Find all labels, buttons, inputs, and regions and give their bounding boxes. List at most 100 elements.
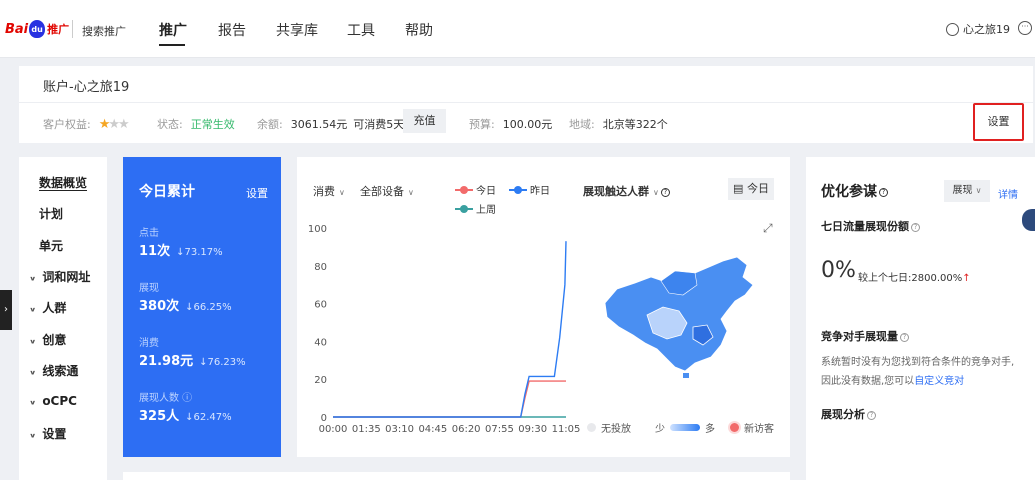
star-icon: ★ — [98, 116, 111, 132]
text: 因此没有数据,您可以 — [821, 376, 915, 387]
sidebar-item-plan[interactable]: 计划 — [39, 205, 63, 222]
expand-icon[interactable]: ⤢ — [763, 221, 773, 236]
sidebar-group-label: oCPC — [42, 394, 77, 408]
consumable-days: 可消费5天 — [353, 118, 405, 131]
metric-change: ↓66.25% — [185, 302, 232, 313]
budget-label: 预算: — [469, 118, 495, 131]
sidebar-item-unit[interactable]: 单元 — [39, 237, 63, 254]
rights-label: 客户权益: — [43, 118, 91, 131]
date-today-button[interactable]: ▤ 今日 — [728, 178, 774, 200]
region-value[interactable]: 北京等322个 — [603, 116, 668, 132]
sidebar-group-audience[interactable]: ∨ 人群 — [29, 299, 66, 316]
sidebar-group-keywords[interactable]: ∨ 词和网址 — [29, 268, 90, 285]
sidebar-collapse-handle[interactable]: › — [0, 290, 12, 330]
help-icon[interactable]: ? — [660, 187, 670, 197]
star-icon: ★ — [118, 116, 130, 132]
y-tick-label: 80 — [314, 262, 327, 273]
sidebar-group-settings[interactable]: ∨ 设置 — [29, 425, 66, 442]
account-bar: 账户-心之旅19 客户权益: ★★★ 状态: 正常生效 余额: 3061.54元… — [19, 66, 1033, 143]
detail-link[interactable]: 详情 — [998, 186, 1018, 201]
date-label: 今日 — [746, 182, 769, 195]
x-tick-label: 09:30 — [518, 424, 547, 435]
region-label: 地域: — [569, 118, 595, 131]
chevron-down-icon: ∨ — [29, 338, 37, 346]
nav-tab-tools[interactable]: 工具 — [347, 20, 375, 40]
metric-change: ↓73.17% — [176, 247, 223, 258]
legend-label: 少 — [655, 424, 665, 435]
map-legend-new: 新访客 — [730, 420, 774, 435]
balance-value: 3061.54元 — [290, 118, 348, 131]
nav-tab-promotion[interactable]: 推广 — [159, 20, 187, 40]
heading-text: 竞争对手展现量 — [821, 330, 898, 343]
nav-tab-help[interactable]: 帮助 — [405, 20, 433, 40]
sidebar-group-creative[interactable]: ∨ 创意 — [29, 331, 66, 348]
map-island — [683, 373, 689, 378]
baidu-logo[interactable]: Bai du 推广 — [5, 18, 69, 40]
help-icon[interactable]: ? — [900, 332, 909, 342]
star-icon: ★ — [108, 116, 120, 132]
dropdown-value: 展现 — [952, 185, 973, 196]
sidebar-item-overview[interactable]: 数据概览 — [39, 174, 87, 191]
share-heading: 七日流量展现份额? — [821, 218, 920, 234]
balance-label: 余额: — [257, 118, 283, 131]
metric-value: 21.98元 — [139, 354, 194, 369]
metric-value: 11次 — [139, 244, 171, 259]
nav-active-underline — [159, 44, 185, 46]
x-tick-label: 01:35 — [352, 424, 381, 435]
metric-reach: 325人 ↓62.47% — [139, 405, 232, 424]
chevron-down-icon: ∨ — [29, 369, 37, 377]
more-icon[interactable]: ··· — [1018, 21, 1032, 35]
custom-competitor-link[interactable]: 自定义竞对 — [914, 376, 964, 387]
today-summary-card: 今日累计 设置 点击 11次 ↓73.17% 展现 380次 ↓66.25% 消费 … — [123, 157, 281, 457]
recharge-button[interactable]: 充值 — [403, 109, 446, 133]
up-arrow-icon: ↑ — [962, 273, 971, 284]
optimization-dropdown[interactable]: 展现 ∨ — [944, 180, 990, 202]
balance: 余额: 3061.54元 可消费5天 — [257, 116, 404, 132]
user-menu[interactable]: 心之旅19 — [946, 21, 1010, 37]
top-nav: Bai du 推广 搜索推广 推广 报告 共享库 工具 帮助 心之旅19 ··· — [0, 0, 1035, 58]
heading-text: 七日流量展现份额 — [821, 220, 909, 233]
status: 状态: 正常生效 — [157, 116, 235, 132]
budget-value[interactable]: 100.00元 — [503, 116, 553, 132]
map-legend-scale: 少多 — [655, 420, 715, 435]
trend-chart-card: 消费 ∨ 全部设备 ∨ 今日 昨日 上周 展现触达人群 ∨? ▤ 今日 ⤢ 0 20 40… — [297, 157, 790, 457]
x-tick-label: 03:10 — [385, 424, 414, 435]
today-settings-link[interactable]: 设置 — [246, 185, 268, 201]
metric-label: 消费 — [139, 338, 159, 349]
sidebar-group-leads[interactable]: ∨ 线索通 — [29, 362, 78, 379]
rights-stars[interactable]: ★★★ — [98, 116, 130, 132]
sidebar-group-ocpc[interactable]: ∨ oCPC — [29, 394, 77, 408]
nav-tab-shared-library[interactable]: 共享库 — [276, 20, 318, 40]
china-map[interactable] — [597, 255, 762, 380]
y-tick-label: 100 — [308, 224, 327, 235]
nav-tab-report[interactable]: 报告 — [218, 20, 246, 40]
legend-dot — [730, 423, 739, 432]
logo-suffix: 推广 — [47, 23, 70, 36]
legend-label: 无投放 — [601, 424, 631, 435]
analysis-heading[interactable]: 展现分析? — [821, 406, 876, 422]
help-icon[interactable]: ? — [867, 410, 876, 420]
help-icon[interactable]: ? — [911, 222, 920, 232]
sidebar-group-label: 创意 — [42, 333, 67, 347]
y-tick-label: 40 — [314, 337, 327, 348]
x-tick-label: 11:05 — [552, 424, 581, 435]
user-icon — [946, 22, 959, 36]
floating-assistant-handle[interactable] — [1022, 209, 1035, 231]
competitor-heading: 竞争对手展现量? — [821, 328, 909, 344]
product-name[interactable]: 搜索推广 — [82, 23, 126, 39]
help-icon[interactable]: ? — [879, 187, 888, 197]
x-tick-label: 07:55 — [485, 424, 514, 435]
calendar-icon: ▤ — [733, 182, 744, 195]
account-title: 账户-心之旅19 — [43, 80, 130, 95]
metric-change: ↓62.47% — [185, 412, 232, 423]
sidebar-group-label: 线索通 — [42, 364, 79, 378]
chevron-down-icon: ∨ — [653, 188, 659, 197]
chevron-down-icon: ∨ — [29, 432, 37, 440]
next-card-edge — [123, 472, 790, 480]
account-settings-button[interactable]: 设置 — [973, 103, 1024, 141]
map-metric-dropdown[interactable]: 展现触达人群 ∨? — [583, 183, 670, 199]
sidebar-group-label: 人群 — [42, 301, 67, 315]
metric-clicks: 11次 ↓73.17% — [139, 240, 223, 259]
series-line — [333, 380, 566, 418]
logo-divider — [72, 20, 73, 38]
